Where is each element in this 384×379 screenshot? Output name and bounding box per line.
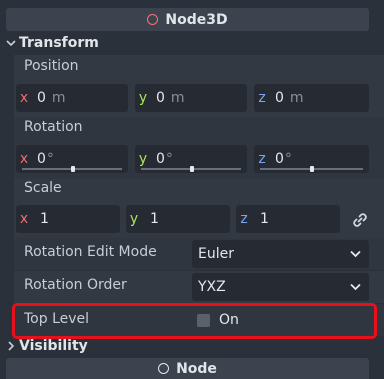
- position-z-value: 0: [275, 90, 284, 106]
- rotation-x-field[interactable]: x 0 °: [16, 145, 128, 173]
- rotation-z-unit: °: [284, 151, 292, 167]
- rotation-x-unit: °: [46, 151, 54, 167]
- position-y-field[interactable]: y 0 m: [135, 84, 247, 112]
- node3d-icon: [147, 14, 159, 25]
- rotation-z-value: 0: [275, 151, 284, 167]
- scale-x-value: 1: [40, 211, 49, 227]
- rotation-x-value: 0: [37, 151, 46, 167]
- scale-y-value: 1: [150, 211, 159, 227]
- position-y-unit: m: [170, 90, 185, 106]
- highlight-annotation: [12, 303, 377, 339]
- rotation-z-slider-thumb[interactable]: [310, 166, 314, 172]
- link-icon[interactable]: [352, 212, 368, 228]
- scale-x-field[interactable]: x 1: [16, 205, 120, 233]
- axis-x-label: x: [19, 151, 29, 167]
- rotation-edit-mode-value: Euler: [198, 246, 234, 262]
- scale-y-field[interactable]: y 1: [126, 205, 230, 233]
- rotation-order-dropdown[interactable]: YXZ: [192, 273, 369, 301]
- node3d-header: Node3D: [6, 8, 369, 31]
- rotation-label: Rotation: [24, 119, 83, 135]
- axis-x-label: x: [19, 211, 29, 227]
- node-icon: [158, 363, 170, 374]
- visibility-section-header[interactable]: Visibility: [0, 335, 384, 357]
- visibility-title: Visibility: [19, 338, 88, 354]
- axis-y-label: y: [138, 90, 148, 106]
- position-x-value: 0: [37, 90, 46, 106]
- rotation-y-slider-thumb[interactable]: [190, 166, 194, 172]
- rotation-z-field[interactable]: z 0 °: [254, 145, 369, 173]
- rotation-edit-mode-label: Rotation Edit Mode: [24, 244, 157, 260]
- position-x-unit: m: [51, 90, 66, 106]
- rotation-order-label: Rotation Order: [24, 277, 127, 293]
- node3d-title: Node3D: [165, 11, 228, 28]
- axis-y-label: y: [138, 151, 148, 167]
- position-z-field[interactable]: z 0 m: [254, 84, 369, 112]
- transform-section-header[interactable]: Transform: [0, 32, 384, 54]
- scale-z-value: 1: [260, 211, 269, 227]
- chevron-down-icon: [6, 40, 16, 47]
- axis-z-label: z: [240, 211, 248, 227]
- axis-z-label: z: [258, 90, 266, 106]
- transform-title: Transform: [19, 35, 99, 51]
- rotation-edit-mode-dropdown[interactable]: Euler: [192, 240, 369, 268]
- chevron-down-icon: [350, 250, 361, 258]
- position-label: Position: [24, 58, 79, 74]
- axis-x-label: x: [19, 90, 29, 106]
- rotation-order-value: YXZ: [198, 279, 226, 295]
- axis-y-label: y: [129, 211, 139, 227]
- node-title: Node: [176, 360, 217, 377]
- chevron-down-icon: [350, 283, 361, 291]
- chevron-right-icon: [8, 341, 15, 351]
- position-x-field[interactable]: x 0 m: [16, 84, 128, 112]
- node-header: Node: [6, 358, 369, 379]
- rotation-y-unit: °: [165, 151, 173, 167]
- rotation-y-field[interactable]: y 0 °: [135, 145, 247, 173]
- position-y-value: 0: [156, 90, 165, 106]
- rotation-y-value: 0: [156, 151, 165, 167]
- scale-label: Scale: [24, 180, 62, 196]
- rotation-x-slider-thumb[interactable]: [71, 166, 75, 172]
- scale-z-field[interactable]: z 1: [236, 205, 340, 233]
- position-z-unit: m: [289, 90, 304, 106]
- axis-z-label: z: [258, 151, 266, 167]
